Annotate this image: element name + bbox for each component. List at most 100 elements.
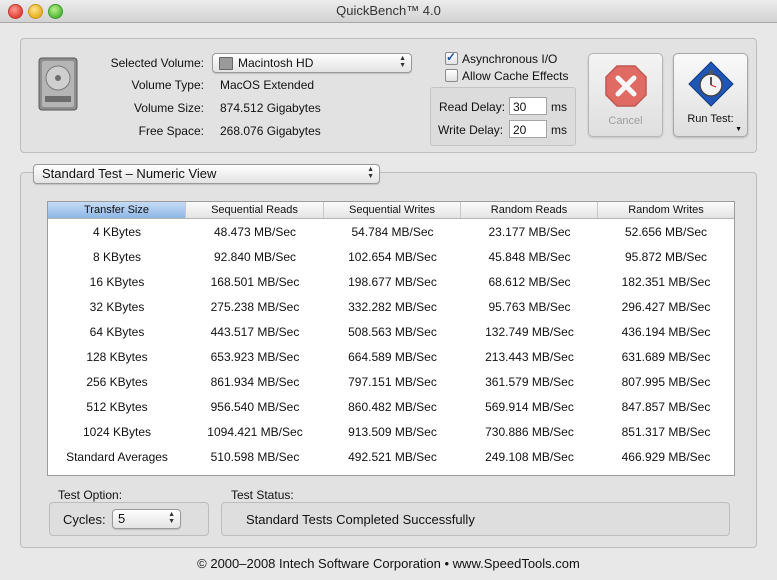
transfer-size-cell: 64 KBytes	[89, 325, 145, 339]
cycles-value: 5	[118, 511, 126, 526]
read-delay-label: Read Delay:	[439, 100, 506, 114]
column-header-sequential-reads[interactable]: Sequential Reads	[186, 202, 324, 218]
sequential-reads-cell: 443.517 MB/Sec	[210, 325, 300, 339]
transfer-size-cell: 512 KBytes	[86, 400, 148, 414]
test-status-box: Standard Tests Completed Successfully	[221, 502, 730, 536]
random-reads-cell: 95.763 MB/Sec	[488, 300, 571, 314]
column-header-transfer-size[interactable]: Transfer Size	[48, 202, 186, 218]
test-option-box: Cycles: 5 ▲ ▼	[49, 502, 209, 536]
write-delay-unit: ms	[551, 123, 567, 137]
test-status-label: Test Status:	[231, 488, 294, 502]
table-row[interactable]: 8 KBytes 92.840 MB/Sec 102.654 MB/Sec 45.84…	[48, 245, 734, 270]
table-row[interactable]: 32 KBytes 275.238 MB/Sec 332.282 MB/Sec 95.…	[48, 295, 734, 320]
sequential-writes-cell: 860.482 MB/Sec	[348, 400, 437, 414]
sequential-reads-cell: 861.934 MB/Sec	[210, 375, 300, 389]
table-row[interactable]: 512 KBytes 956.540 MB/Sec 860.482 MB/Sec 56…	[48, 395, 734, 420]
sequential-reads-cell: 275.238 MB/Sec	[210, 300, 300, 314]
sequential-writes-cell: 54.784 MB/Sec	[351, 225, 434, 239]
random-reads-cell: 23.177 MB/Sec	[488, 225, 571, 239]
view-select[interactable]: Standard Test – Numeric View ▲ ▼	[33, 164, 380, 184]
sequential-writes-cell: 492.521 MB/Sec	[348, 450, 437, 464]
transfer-size-cell: 16 KBytes	[89, 275, 145, 289]
table-row[interactable]: 4 KBytes 48.473 MB/Sec 54.784 MB/Sec 23.177…	[48, 220, 734, 245]
transfer-size-cell: Standard Averages	[66, 450, 168, 464]
free-space-value: 268.076 Gigabytes	[220, 124, 321, 138]
random-reads-cell: 68.612 MB/Sec	[488, 275, 571, 289]
sequential-reads-cell: 48.473 MB/Sec	[213, 225, 297, 239]
cancel-button[interactable]: Cancel	[588, 53, 663, 137]
write-delay-field[interactable]: 20	[509, 120, 547, 138]
random-writes-cell: 95.872 MB/Sec	[624, 250, 708, 264]
title-bar: QuickBench™ 4.0	[0, 0, 777, 23]
read-delay-field[interactable]: 30	[509, 97, 547, 115]
column-header-sequential-writes[interactable]: Sequential Writes	[324, 202, 461, 218]
random-writes-cell: 296.427 MB/Sec	[621, 300, 711, 314]
table-row[interactable]: Standard Averages 510.598 MB/Sec 492.521 M…	[48, 445, 734, 470]
sequential-writes-cell: 664.589 MB/Sec	[348, 350, 437, 364]
random-reads-cell: 213.443 MB/Sec	[485, 350, 574, 364]
sequential-writes-cell: 332.282 MB/Sec	[348, 300, 437, 314]
results-table: Transfer Size Sequential Reads Sequentia…	[47, 201, 735, 476]
copyright-footer: © 2000–2008 Intech Software Corporation …	[197, 556, 580, 571]
table-row[interactable]: 16 KBytes 168.501 MB/Sec 198.677 MB/Sec 68.…	[48, 270, 734, 295]
minimize-window-button[interactable]	[28, 4, 43, 19]
cycles-stepper[interactable]: 5 ▲ ▼	[112, 509, 181, 529]
delay-settings-box: Read Delay: 30 ms Write Delay: 20 ms	[430, 87, 576, 146]
run-test-button-label: Run Test:	[687, 113, 734, 125]
zoom-window-button[interactable]	[48, 4, 63, 19]
stepper-arrows-icon: ▲ ▼	[168, 511, 175, 525]
volume-size-label: Volume Size:	[133, 101, 204, 115]
table-row[interactable]: 64 KBytes 443.517 MB/Sec 508.563 MB/Sec 132…	[48, 320, 734, 345]
volume-size-value: 874.512 Gigabytes	[220, 101, 321, 115]
table-row[interactable]: 1024 KBytes 1094.421 MB/Sec 913.509 MB/Sec…	[48, 420, 734, 445]
view-select-value: Standard Test – Numeric View	[42, 166, 217, 181]
async-io-label: Asynchronous I/O	[462, 52, 558, 66]
transfer-size-cell: 32 KBytes	[89, 300, 145, 314]
selected-volume-label: Selected Volume:	[110, 56, 204, 70]
test-option-label: Test Option:	[58, 488, 123, 502]
volume-select-value: Macintosh HD	[238, 56, 314, 70]
transfer-size-cell: 1024 KBytes	[82, 425, 152, 439]
sequential-writes-cell: 198.677 MB/Sec	[348, 275, 437, 289]
random-reads-cell: 730.886 MB/Sec	[485, 425, 574, 439]
table-row[interactable]: 128 KBytes 653.923 MB/Sec 664.589 MB/Sec 21…	[48, 345, 734, 370]
random-reads-cell: 249.108 MB/Sec	[485, 450, 574, 464]
random-reads-cell: 45.848 MB/Sec	[488, 250, 571, 264]
dropdown-arrow-icon: ▼	[735, 126, 742, 133]
sequential-writes-cell: 508.563 MB/Sec	[348, 325, 437, 339]
random-writes-cell: 52.656 MB/Sec	[624, 225, 708, 239]
random-reads-cell: 361.579 MB/Sec	[485, 375, 574, 389]
random-writes-cell: 631.689 MB/Sec	[621, 350, 711, 364]
table-header: Transfer Size Sequential Reads Sequentia…	[48, 202, 734, 219]
cycles-label: Cycles:	[63, 512, 106, 527]
stop-icon	[605, 65, 647, 107]
sequential-reads-cell: 510.598 MB/Sec	[210, 450, 300, 464]
free-space-label: Free Space:	[138, 124, 204, 138]
random-reads-cell: 132.749 MB/Sec	[485, 325, 574, 339]
close-window-button[interactable]	[8, 4, 23, 19]
chevron-updown-icon: ▲ ▼	[399, 55, 406, 69]
volume-type-value: MacOS Extended	[220, 78, 315, 92]
read-delay-unit: ms	[551, 100, 567, 114]
random-reads-cell: 569.914 MB/Sec	[485, 400, 574, 414]
volume-select[interactable]: Macintosh HD ▲ ▼	[212, 53, 412, 73]
run-test-button[interactable]: Run Test: ▼	[673, 53, 748, 137]
allow-cache-checkbox[interactable]	[445, 69, 458, 82]
hard-disk-icon	[38, 57, 78, 111]
random-writes-cell: 436.194 MB/Sec	[621, 325, 711, 339]
sequential-writes-cell: 797.151 MB/Sec	[348, 375, 437, 389]
column-header-random-writes[interactable]: Random Writes	[598, 202, 734, 218]
sequential-reads-cell: 956.540 MB/Sec	[210, 400, 300, 414]
sequential-reads-cell: 92.840 MB/Sec	[213, 250, 297, 264]
column-header-random-reads[interactable]: Random Reads	[461, 202, 598, 218]
sequential-reads-cell: 168.501 MB/Sec	[210, 275, 300, 289]
window-title: QuickBench™ 4.0	[336, 3, 441, 18]
async-io-checkbox[interactable]	[445, 50, 458, 65]
chevron-updown-icon: ▲ ▼	[367, 166, 374, 180]
sequential-reads-cell: 1094.421 MB/Sec	[207, 425, 303, 439]
volume-type-label: Volume Type:	[131, 78, 205, 92]
sequential-writes-cell: 913.509 MB/Sec	[348, 425, 437, 439]
table-row[interactable]: 256 KBytes 861.934 MB/Sec 797.151 MB/Sec 36…	[48, 370, 734, 395]
transfer-size-cell: 256 KBytes	[86, 375, 148, 389]
random-writes-cell: 847.857 MB/Sec	[621, 400, 711, 414]
